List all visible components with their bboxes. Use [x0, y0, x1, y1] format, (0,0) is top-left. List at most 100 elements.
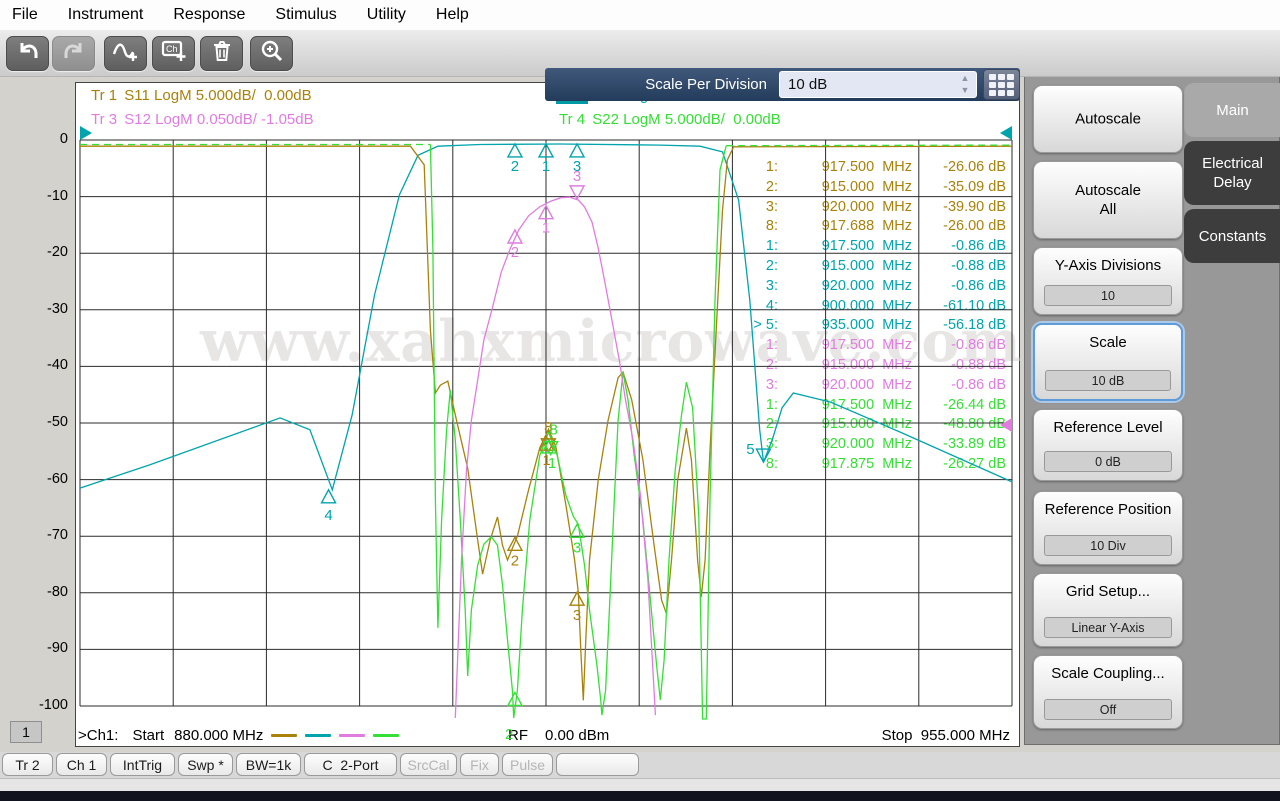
readout-cell: 1: — [765, 238, 778, 255]
menu-help[interactable]: Help — [436, 6, 469, 24]
rf-value: 0.00 dBm — [545, 726, 610, 744]
autoscale-button[interactable]: Autoscale — [1033, 85, 1183, 153]
readout-row-s11: 1: 917.500 MHz -26.06 dB — [742, 158, 1010, 178]
y-tick-label: -80 — [47, 583, 68, 600]
statusbar-pulse-button: Pulse — [502, 753, 553, 776]
readout-cell: -48.80 dB — [943, 416, 1006, 433]
tab-main[interactable]: Main — [1184, 83, 1280, 137]
grid-setup-button[interactable]: Grid Setup... Linear Y-Axis — [1033, 573, 1183, 647]
readout-cell: 3: — [765, 198, 778, 215]
readout-cell: 2: — [765, 416, 778, 433]
button-label: Reference Level — [1053, 419, 1163, 436]
status-button-bar: Tr 2 Ch 1 IntTrig Swp * BW=1k C 2-Port SrcCal F… — [0, 752, 1280, 778]
readout-cell: 2: — [765, 257, 778, 274]
tab-constants[interactable]: Constants — [1184, 209, 1280, 263]
readout-cell: 3: — [765, 436, 778, 453]
button-value: 10 Div — [1044, 535, 1172, 556]
statusbar-bw-1k-button[interactable]: BW=1k — [236, 753, 301, 776]
readout-cell: -0.88 dB — [951, 257, 1006, 274]
readout-cell: 3: — [765, 376, 778, 393]
channel-number-badge[interactable]: 1 — [10, 721, 42, 743]
start-value: 880.000 MHz — [174, 726, 264, 744]
scale-button[interactable]: Scale 10 dB — [1033, 323, 1183, 401]
readout-row-s11: 2: 915.000 MHz -35.09 dB — [742, 178, 1010, 198]
menu-utility[interactable]: Utility — [367, 6, 406, 24]
statusbar-ch-1-button[interactable]: Ch 1 — [56, 753, 107, 776]
trace-tag: Tr 1 — [91, 87, 118, 104]
window-bottom-edge — [0, 791, 1280, 801]
zoom-button[interactable] — [250, 36, 293, 71]
reference-position-button[interactable]: Reference Position 10 Div — [1033, 491, 1183, 565]
readout-cell: -26.27 dB — [943, 455, 1006, 472]
marker2-s22-label: 2 — [505, 726, 514, 743]
legend-tr1[interactable]: Tr 1 S11 LogM 5.000dB/ 0.00dB — [88, 87, 312, 104]
spinner[interactable]: ▲ ▼ — [957, 74, 973, 95]
y-axis-divisions-button[interactable]: Y-Axis Divisions 10 — [1033, 247, 1183, 315]
trace-format: S11 LogM 5.000dB/ 0.00dB — [120, 87, 312, 104]
readout-cell: -26.00 dB — [943, 218, 1006, 235]
statusbar-inttrig-button[interactable]: IntTrig — [110, 753, 175, 776]
statusbar-tr-2-button[interactable]: Tr 2 — [2, 753, 53, 776]
statusbar-fix-button: Fix — [460, 753, 499, 776]
statusbar-srccal-button: SrcCal — [400, 753, 457, 776]
y-tick-label: -40 — [47, 357, 68, 374]
readout-cell: 8: — [765, 218, 778, 235]
readout-cell: -26.44 dB — [943, 396, 1006, 413]
readout-cell: -0.86 dB — [951, 376, 1006, 393]
redo-button — [52, 36, 95, 71]
readout-row-s11: 3: 920.000 MHz -39.90 dB — [742, 198, 1010, 218]
marker-readout-table: 1: 917.500 MHz -26.06 dB 2: 915.000 MHz -35.0… — [742, 158, 1010, 475]
menu-file[interactable]: File — [12, 6, 38, 24]
add-trace-button[interactable] — [104, 36, 147, 71]
readout-cell: 920.000 MHz — [821, 198, 912, 215]
readout-row-s22: 3: 920.000 MHz -33.89 dB — [742, 435, 1010, 455]
readout-cell: 917.500 MHz — [821, 238, 912, 255]
readout-cell: 1: — [765, 159, 778, 175]
readout-row-s21: > 5: 935.000 MHz -56.18 dB — [742, 316, 1010, 336]
legend-tr3[interactable]: Tr 3 S12 LogM 0.050dB/ -1.05dB — [88, 111, 314, 128]
scale-per-division-label: Scale Per Division — [645, 76, 767, 93]
spinner-down-icon[interactable]: ▼ — [957, 86, 973, 95]
statusbar-swp--button[interactable]: Swp * — [178, 753, 233, 776]
menu-stimulus[interactable]: Stimulus — [275, 6, 336, 24]
menu-response[interactable]: Response — [173, 6, 245, 24]
delete-icon — [210, 39, 234, 68]
delete-trace-button[interactable] — [200, 36, 243, 71]
undo-button[interactable] — [6, 36, 49, 71]
trace3-color-dash — [339, 733, 366, 737]
button-label: Grid Setup... — [1065, 583, 1151, 600]
readout-row-s22: 8: 917.875 MHz -26.27 dB — [742, 455, 1010, 475]
readout-cell: 900.000 MHz — [821, 297, 912, 314]
readout-cell: 1: — [765, 396, 778, 413]
readout-cell: -39.90 dB — [943, 198, 1006, 215]
readout-cell: 915.000 MHz — [821, 178, 912, 195]
redo-icon — [61, 39, 87, 68]
readout-cell: 920.000 MHz — [821, 376, 912, 393]
trace-format: S22 LogM 5.000dB/ 0.00dB — [588, 111, 781, 128]
readout-cell: 917.875 MHz — [821, 455, 912, 472]
y-tick-label: -90 — [47, 640, 68, 657]
readout-cell: 4: — [765, 297, 778, 314]
autoscale-all-button[interactable]: Autoscale All — [1033, 161, 1183, 239]
menu-bar: File Instrument Response Stimulus Utility Hel… — [0, 0, 1280, 30]
readout-cell: -26.06 dB — [943, 159, 1006, 175]
readout-cell: > 5: — [753, 317, 778, 334]
statusbar-c-2-port-button[interactable]: C 2-Port — [304, 753, 397, 776]
readout-cell: 3: — [765, 277, 778, 294]
scale-per-division-input[interactable]: 10 dB ▲ ▼ — [779, 71, 977, 98]
button-label: Reference Position — [1044, 501, 1172, 518]
readout-cell: 917.500 MHz — [821, 337, 912, 354]
y-tick-label: -100 — [38, 697, 68, 713]
readout-row-s22: 1: 917.500 MHz -26.44 dB — [742, 396, 1010, 416]
button-value: 0 dB — [1044, 451, 1172, 472]
keypad-button[interactable] — [983, 69, 1020, 100]
tab-electrical-delay[interactable]: Electrical Delay — [1184, 141, 1280, 205]
reference-level-button[interactable]: Reference Level 0 dB — [1033, 409, 1183, 481]
legend-tr4[interactable]: Tr 4 S22 LogM 5.000dB/ 0.00dB — [556, 111, 781, 128]
add-channel-button[interactable]: Ch — [152, 36, 195, 71]
trace-tag: Tr 3 — [91, 111, 118, 128]
statusbar-empty-button — [556, 753, 639, 776]
menu-instrument[interactable]: Instrument — [68, 6, 144, 24]
spinner-up-icon[interactable]: ▲ — [957, 74, 973, 83]
scale-coupling-button[interactable]: Scale Coupling... Off — [1033, 655, 1183, 729]
